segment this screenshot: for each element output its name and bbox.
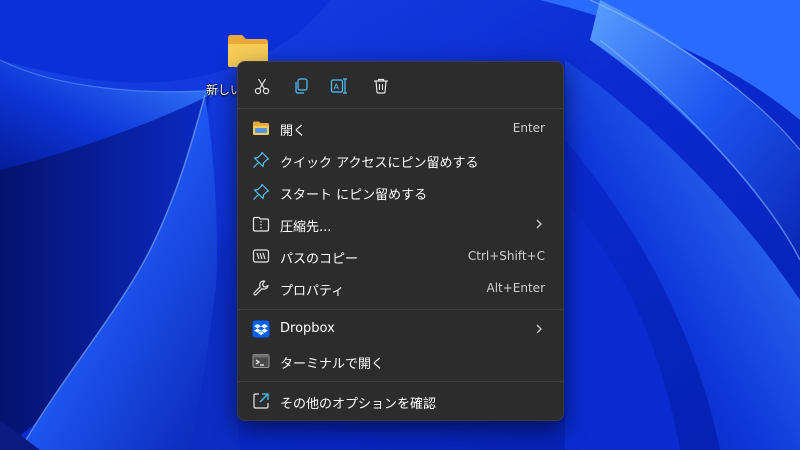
menu-item-label: Dropbox (280, 321, 335, 336)
cut-button[interactable] (250, 74, 274, 98)
context-menu: A 開く Enter クイック アクセスにピン留めする スタート にピン留めする… (237, 61, 564, 421)
wrench-icon (253, 280, 269, 296)
menu-separator (238, 309, 563, 310)
menu-item-compress[interactable]: 圧縮先... (242, 209, 559, 239)
path-icon (252, 249, 270, 263)
more-options-icon (253, 393, 269, 409)
rename-icon: A (330, 78, 347, 94)
context-menu-toolbar: A (238, 62, 563, 108)
rename-button[interactable]: A (328, 74, 352, 98)
menu-item-properties[interactable]: プロパティ Alt+Enter (242, 273, 559, 303)
menu-item-pin-start[interactable]: スタート にピン留めする (242, 177, 559, 207)
menu-item-label: パスのコピー (280, 252, 359, 267)
menu-separator (238, 381, 563, 382)
menu-item-pin-quick-access[interactable]: クイック アクセスにピン留めする (242, 145, 559, 175)
pin-icon (253, 151, 270, 168)
dropbox-icon (252, 320, 270, 338)
chevron-right-icon (536, 324, 542, 334)
copy-icon (295, 78, 308, 94)
menu-item-copy-path[interactable]: パスのコピー Ctrl+Shift+C (242, 241, 559, 271)
menu-item-label: 圧縮先... (280, 220, 332, 235)
menu-item-label: スタート にピン留めする (280, 188, 428, 203)
copy-button[interactable] (289, 74, 313, 98)
menu-item-dropbox[interactable]: Dropbox (242, 314, 559, 344)
menu-item-open[interactable]: 開く Enter (242, 113, 559, 143)
menu-item-label: 開く (280, 124, 307, 139)
menu-item-show-more-options[interactable]: その他のオプションを確認 (242, 386, 559, 416)
folder-icon (253, 121, 269, 135)
menu-item-label: ターミナルで開く (280, 357, 385, 372)
chevron-right-icon (536, 219, 542, 229)
menu-item-open-terminal[interactable]: ターミナルで開く (242, 346, 559, 376)
svg-text:A: A (334, 83, 340, 92)
menu-item-label: プロパティ (280, 284, 345, 299)
menu-item-shortcut: Enter (512, 121, 545, 135)
terminal-icon (252, 354, 270, 368)
scissors-icon (254, 78, 270, 95)
archive-icon (252, 216, 270, 232)
menu-item-label: クイック アクセスにピン留めする (280, 156, 479, 171)
desktop: 新しいフォルダー A (0, 0, 800, 450)
trash-icon (374, 78, 388, 94)
menu-item-shortcut: Alt+Enter (486, 281, 545, 295)
menu-separator (238, 108, 563, 109)
menu-item-label: その他のオプションを確認 (280, 397, 437, 412)
menu-item-shortcut: Ctrl+Shift+C (467, 249, 545, 263)
delete-button[interactable] (369, 74, 393, 98)
pin-icon (253, 183, 270, 200)
